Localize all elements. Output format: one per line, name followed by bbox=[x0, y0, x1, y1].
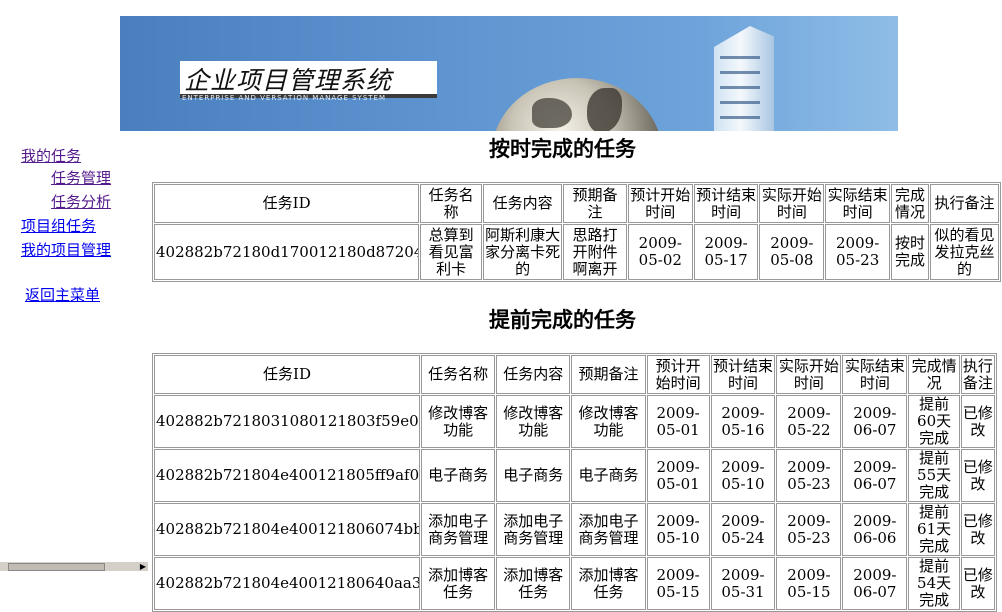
nav-task-analysis[interactable]: 任务分析 bbox=[51, 191, 111, 212]
task-name-cell: 添加博客任务 bbox=[420, 557, 496, 610]
ontime-task-table: 任务ID 任务名称 任务内容 预期备注 预计开始时间 预计结束时间 实际开始时间… bbox=[152, 182, 1001, 282]
nav-my-project-management[interactable]: 我的项目管理 bbox=[21, 239, 111, 260]
header-cell: 任务名称 bbox=[420, 355, 496, 394]
expected-note-cell: 添加电子商务管理 bbox=[571, 503, 646, 556]
system-title: 企业项目管理系统 bbox=[184, 66, 393, 95]
execution-note-cell: 已修改 bbox=[960, 503, 995, 556]
header-cell: 预期备注 bbox=[571, 355, 646, 394]
header-cell: 预计开始时间 bbox=[627, 184, 693, 223]
table-row: 402882b721804e400121806074bb0007 添加电子商务管… bbox=[154, 503, 995, 556]
header-cell: 完成情况 bbox=[908, 355, 960, 394]
task-id-cell: 402882b7218031080121803f59e00010 bbox=[154, 395, 420, 448]
expected-note-cell: 添加博客任务 bbox=[571, 557, 646, 610]
task-content-cell: 添加电子商务管理 bbox=[496, 503, 571, 556]
planned-start-cell: 2009-05-01 bbox=[646, 395, 710, 448]
task-name-cell: 总算到看见富利卡 bbox=[420, 224, 482, 280]
actual-start-cell: 2009-05-22 bbox=[776, 395, 842, 448]
header-cell: 预期备注 bbox=[563, 184, 627, 223]
actual-start-cell: 2009-05-23 bbox=[776, 449, 842, 502]
header-cell: 任务ID bbox=[154, 184, 420, 223]
planned-end-cell: 2009-05-24 bbox=[710, 503, 776, 556]
header-cell: 实际开始时间 bbox=[776, 355, 842, 394]
actual-end-cell: 2009-06-07 bbox=[842, 395, 908, 448]
system-title-box: 企业项目管理系统 bbox=[180, 61, 437, 98]
execution-note-cell: 已修改 bbox=[960, 557, 995, 610]
nav-back-to-main[interactable]: 返回主菜单 bbox=[25, 284, 100, 305]
task-name-cell: 添加电子商务管理 bbox=[420, 503, 496, 556]
actual-start-cell: 2009-05-08 bbox=[759, 224, 825, 280]
actual-start-cell: 2009-05-23 bbox=[776, 503, 842, 556]
completion-status-cell: 提前55天完成 bbox=[908, 449, 960, 502]
completion-status-cell: 提前61天完成 bbox=[908, 503, 960, 556]
table-row: 402882b72180d170012180d872040003 总算到看见富利… bbox=[154, 224, 999, 280]
table-row: 402882b7218031080121803f59e00010 修改博客功能 … bbox=[154, 395, 995, 448]
table-row: 402882b721804e40012180640aa30009 添加博客任务 … bbox=[154, 557, 995, 610]
execution-note-cell: 似的看见发拉克丝的 bbox=[930, 224, 999, 280]
header-cell: 预计结束时间 bbox=[693, 184, 759, 223]
header-cell: 完成情况 bbox=[891, 184, 930, 223]
actual-end-cell: 2009-06-07 bbox=[842, 557, 908, 610]
task-id-cell: 402882b72180d170012180d872040003 bbox=[154, 224, 420, 280]
task-content-cell: 修改博客功能 bbox=[496, 395, 571, 448]
execution-note-cell: 已修改 bbox=[960, 395, 995, 448]
header-cell: 任务ID bbox=[154, 355, 420, 394]
globe-image bbox=[492, 78, 662, 131]
table-row: 402882b721804e400121805ff9af0006 电子商务 电子… bbox=[154, 449, 995, 502]
planned-start-cell: 2009-05-02 bbox=[627, 224, 693, 280]
task-id-cell: 402882b721804e400121805ff9af0006 bbox=[154, 449, 420, 502]
planned-end-cell: 2009-05-10 bbox=[710, 449, 776, 502]
table-header-row: 任务ID 任务名称 任务内容 预期备注 预计开始时间 预计结束时间 实际开始时间… bbox=[154, 184, 999, 223]
nav-task-management[interactable]: 任务管理 bbox=[51, 167, 111, 188]
header-cell: 执行备注 bbox=[930, 184, 999, 223]
header-banner: 企业项目管理系统 ENTERPRISE AND VERSATION MANAGE… bbox=[120, 16, 898, 131]
header-cell: 实际结束时间 bbox=[825, 184, 891, 223]
actual-end-cell: 2009-06-07 bbox=[842, 449, 908, 502]
expected-note-cell: 思路打开附件啊离开 bbox=[563, 224, 627, 280]
planned-start-cell: 2009-05-01 bbox=[646, 449, 710, 502]
system-subtitle: ENTERPRISE AND VERSATION MANAGE SYSTEM bbox=[182, 94, 387, 102]
ontime-heading: 按时完成的任务 bbox=[489, 136, 636, 161]
building-image bbox=[714, 26, 774, 131]
nav-project-group-tasks[interactable]: 项目组任务 bbox=[21, 215, 96, 236]
expected-note-cell: 修改博客功能 bbox=[571, 395, 646, 448]
task-name-cell: 电子商务 bbox=[420, 449, 496, 502]
expected-note-cell: 电子商务 bbox=[571, 449, 646, 502]
execution-note-cell: 已修改 bbox=[960, 449, 995, 502]
task-id-cell: 402882b721804e40012180640aa30009 bbox=[154, 557, 420, 610]
early-heading: 提前完成的任务 bbox=[489, 307, 636, 332]
header-cell: 实际结束时间 bbox=[842, 355, 908, 394]
completion-status-cell: 提前60天完成 bbox=[908, 395, 960, 448]
completion-status-cell: 按时完成 bbox=[891, 224, 930, 280]
header-cell: 实际开始时间 bbox=[759, 184, 825, 223]
nav-my-tasks[interactable]: 我的任务 bbox=[21, 145, 81, 166]
planned-end-cell: 2009-05-16 bbox=[710, 395, 776, 448]
header-cell: 任务名称 bbox=[420, 184, 482, 223]
task-content-cell: 电子商务 bbox=[496, 449, 571, 502]
early-task-table: 任务ID 任务名称 任务内容 预期备注 预计开始时间 预计结束时间 实际开始时间… bbox=[152, 353, 997, 612]
actual-end-cell: 2009-06-06 bbox=[842, 503, 908, 556]
task-content-cell: 阿斯利康大家分离卡死的 bbox=[482, 224, 563, 280]
task-content-cell: 添加博客任务 bbox=[496, 557, 571, 610]
completion-status-cell: 提前54天完成 bbox=[908, 557, 960, 610]
task-id-cell: 402882b721804e400121806074bb0007 bbox=[154, 503, 420, 556]
actual-end-cell: 2009-05-23 bbox=[825, 224, 891, 280]
header-cell: 预计结束时间 bbox=[710, 355, 776, 394]
planned-start-cell: 2009-05-10 bbox=[646, 503, 710, 556]
header-cell: 任务内容 bbox=[482, 184, 563, 223]
planned-end-cell: 2009-05-31 bbox=[710, 557, 776, 610]
planned-end-cell: 2009-05-17 bbox=[693, 224, 759, 280]
planned-start-cell: 2009-05-15 bbox=[646, 557, 710, 610]
table-header-row: 任务ID 任务名称 任务内容 预期备注 预计开始时间 预计结束时间 实际开始时间… bbox=[154, 355, 995, 394]
header-cell: 执行备注 bbox=[960, 355, 995, 394]
header-cell: 预计开始时间 bbox=[646, 355, 710, 394]
header-cell: 任务内容 bbox=[496, 355, 571, 394]
actual-start-cell: 2009-05-15 bbox=[776, 557, 842, 610]
task-name-cell: 修改博客功能 bbox=[420, 395, 496, 448]
